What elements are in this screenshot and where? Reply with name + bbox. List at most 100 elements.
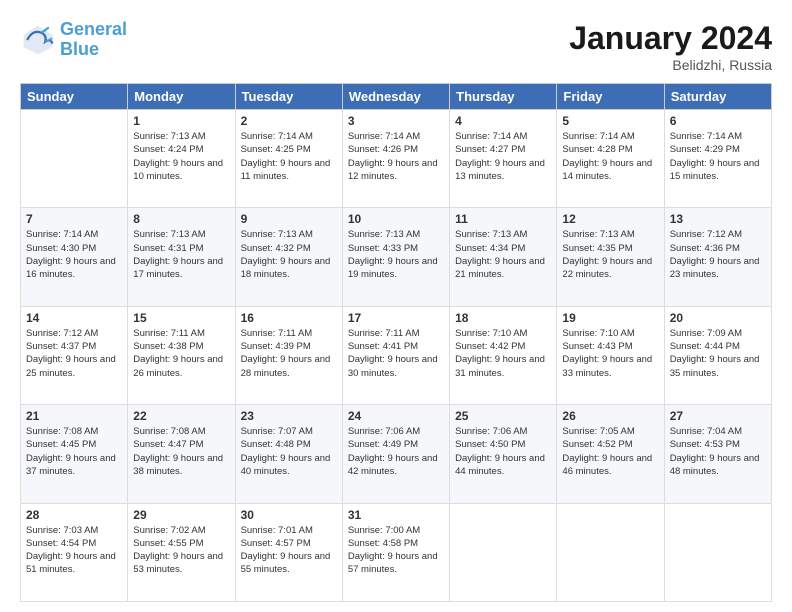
cell-content: Sunrise: 7:03 AMSunset: 4:54 PMDaylight:… — [26, 524, 122, 577]
table-row: 29 Sunrise: 7:02 AMSunset: 4:55 PMDayligh… — [128, 503, 235, 601]
cell-content: Sunrise: 7:10 AMSunset: 4:43 PMDaylight:… — [562, 327, 658, 380]
table-row: 16Sunrise: 7:11 AMSunset: 4:39 PMDayligh… — [235, 306, 342, 404]
day-number: 11 — [455, 212, 551, 226]
day-number: 22 — [133, 409, 229, 423]
day-number: 26 — [562, 409, 658, 423]
day-header-thursday: Thursday — [450, 84, 557, 110]
title-block: January 2024 Belidzhi, Russia — [569, 20, 772, 73]
day-number: 5 — [562, 114, 658, 128]
cell-content: Sunrise: 7:08 AMSunset: 4:45 PMDaylight:… — [26, 425, 122, 478]
cell-content: Sunrise: 7:13 AMSunset: 4:31 PMDaylight:… — [133, 228, 229, 281]
day-number: 13 — [670, 212, 766, 226]
day-number: 21 — [26, 409, 122, 423]
day-number: 14 — [26, 311, 122, 325]
table-row: 3 Sunrise: 7:14 AMSunset: 4:26 PMDaylight… — [342, 110, 449, 208]
table-row: 2 Sunrise: 7:14 AMSunset: 4:25 PMDaylight… — [235, 110, 342, 208]
table-row: 20 Sunrise: 7:09 AMSunset: 4:44 PMDayligh… — [664, 306, 771, 404]
table-row: 10Sunrise: 7:13 AMSunset: 4:33 PMDayligh… — [342, 208, 449, 306]
day-header-saturday: Saturday — [664, 84, 771, 110]
day-number: 25 — [455, 409, 551, 423]
table-row: 21 Sunrise: 7:08 AMSunset: 4:45 PMDayligh… — [21, 405, 128, 503]
week-row-3: 21 Sunrise: 7:08 AMSunset: 4:45 PMDayligh… — [21, 405, 772, 503]
cell-content: Sunrise: 7:04 AMSunset: 4:53 PMDaylight:… — [670, 425, 766, 478]
table-row: 13Sunrise: 7:12 AMSunset: 4:36 PMDayligh… — [664, 208, 771, 306]
week-row-0: 1Sunrise: 7:13 AMSunset: 4:24 PMDaylight… — [21, 110, 772, 208]
day-header-monday: Monday — [128, 84, 235, 110]
cell-content: Sunrise: 7:14 AMSunset: 4:26 PMDaylight:… — [348, 130, 444, 183]
table-row: 18Sunrise: 7:10 AMSunset: 4:42 PMDayligh… — [450, 306, 557, 404]
day-number: 28 — [26, 508, 122, 522]
day-number: 31 — [348, 508, 444, 522]
table-row: 11 Sunrise: 7:13 AMSunset: 4:34 PMDayligh… — [450, 208, 557, 306]
day-number: 19 — [562, 311, 658, 325]
cell-content: Sunrise: 7:14 AMSunset: 4:27 PMDaylight:… — [455, 130, 551, 183]
table-row — [557, 503, 664, 601]
day-number: 15 — [133, 311, 229, 325]
cell-content: Sunrise: 7:06 AMSunset: 4:49 PMDaylight:… — [348, 425, 444, 478]
logo-line1: General — [60, 19, 127, 39]
table-row: 24 Sunrise: 7:06 AMSunset: 4:49 PMDayligh… — [342, 405, 449, 503]
calendar-title: January 2024 — [569, 20, 772, 57]
cell-content: Sunrise: 7:13 AMSunset: 4:24 PMDaylight:… — [133, 130, 229, 183]
table-row: 6 Sunrise: 7:14 AMSunset: 4:29 PMDaylight… — [664, 110, 771, 208]
day-number: 3 — [348, 114, 444, 128]
day-number: 8 — [133, 212, 229, 226]
logo-text: General Blue — [60, 20, 127, 60]
day-number: 27 — [670, 409, 766, 423]
day-number: 10 — [348, 212, 444, 226]
calendar-body: 1Sunrise: 7:13 AMSunset: 4:24 PMDaylight… — [21, 110, 772, 602]
table-row: 26 Sunrise: 7:05 AMSunset: 4:52 PMDayligh… — [557, 405, 664, 503]
cell-content: Sunrise: 7:13 AMSunset: 4:35 PMDaylight:… — [562, 228, 658, 281]
cell-content: Sunrise: 7:02 AMSunset: 4:55 PMDaylight:… — [133, 524, 229, 577]
table-row: 5 Sunrise: 7:14 AMSunset: 4:28 PMDaylight… — [557, 110, 664, 208]
table-row: 8 Sunrise: 7:13 AMSunset: 4:31 PMDaylight… — [128, 208, 235, 306]
day-number: 29 — [133, 508, 229, 522]
day-number: 20 — [670, 311, 766, 325]
day-header-row: SundayMondayTuesdayWednesdayThursdayFrid… — [21, 84, 772, 110]
cell-content: Sunrise: 7:06 AMSunset: 4:50 PMDaylight:… — [455, 425, 551, 478]
table-row: 30 Sunrise: 7:01 AMSunset: 4:57 PMDayligh… — [235, 503, 342, 601]
cell-content: Sunrise: 7:14 AMSunset: 4:28 PMDaylight:… — [562, 130, 658, 183]
table-row: 1Sunrise: 7:13 AMSunset: 4:24 PMDaylight… — [128, 110, 235, 208]
table-row: 17 Sunrise: 7:11 AMSunset: 4:41 PMDayligh… — [342, 306, 449, 404]
cell-content: Sunrise: 7:11 AMSunset: 4:38 PMDaylight:… — [133, 327, 229, 380]
cell-content: Sunrise: 7:05 AMSunset: 4:52 PMDaylight:… — [562, 425, 658, 478]
table-row — [450, 503, 557, 601]
calendar-subtitle: Belidzhi, Russia — [569, 57, 772, 73]
cell-content: Sunrise: 7:14 AMSunset: 4:29 PMDaylight:… — [670, 130, 766, 183]
day-number: 24 — [348, 409, 444, 423]
page: General Blue January 2024 Belidzhi, Russ… — [0, 0, 792, 612]
day-number: 4 — [455, 114, 551, 128]
logo: General Blue — [20, 20, 127, 60]
table-row: 23 Sunrise: 7:07 AMSunset: 4:48 PMDayligh… — [235, 405, 342, 503]
calendar-table: SundayMondayTuesdayWednesdayThursdayFrid… — [20, 83, 772, 602]
day-number: 6 — [670, 114, 766, 128]
week-row-2: 14Sunrise: 7:12 AMSunset: 4:37 PMDayligh… — [21, 306, 772, 404]
cell-content: Sunrise: 7:13 AMSunset: 4:34 PMDaylight:… — [455, 228, 551, 281]
day-header-sunday: Sunday — [21, 84, 128, 110]
table-row: 25 Sunrise: 7:06 AMSunset: 4:50 PMDayligh… — [450, 405, 557, 503]
cell-content: Sunrise: 7:11 AMSunset: 4:39 PMDaylight:… — [241, 327, 337, 380]
cell-content: Sunrise: 7:10 AMSunset: 4:42 PMDaylight:… — [455, 327, 551, 380]
table-row — [21, 110, 128, 208]
day-number: 2 — [241, 114, 337, 128]
week-row-4: 28 Sunrise: 7:03 AMSunset: 4:54 PMDayligh… — [21, 503, 772, 601]
cell-content: Sunrise: 7:07 AMSunset: 4:48 PMDaylight:… — [241, 425, 337, 478]
cell-content: Sunrise: 7:01 AMSunset: 4:57 PMDaylight:… — [241, 524, 337, 577]
week-row-1: 7 Sunrise: 7:14 AMSunset: 4:30 PMDaylight… — [21, 208, 772, 306]
day-number: 17 — [348, 311, 444, 325]
day-number: 30 — [241, 508, 337, 522]
table-row: 12Sunrise: 7:13 AMSunset: 4:35 PMDayligh… — [557, 208, 664, 306]
day-number: 23 — [241, 409, 337, 423]
cell-content: Sunrise: 7:11 AMSunset: 4:41 PMDaylight:… — [348, 327, 444, 380]
cell-content: Sunrise: 7:14 AMSunset: 4:30 PMDaylight:… — [26, 228, 122, 281]
day-header-tuesday: Tuesday — [235, 84, 342, 110]
cell-content: Sunrise: 7:09 AMSunset: 4:44 PMDaylight:… — [670, 327, 766, 380]
cell-content: Sunrise: 7:14 AMSunset: 4:25 PMDaylight:… — [241, 130, 337, 183]
logo-line2: Blue — [60, 39, 99, 59]
table-row: 27 Sunrise: 7:04 AMSunset: 4:53 PMDayligh… — [664, 405, 771, 503]
logo-icon — [20, 22, 56, 58]
table-row: 9Sunrise: 7:13 AMSunset: 4:32 PMDaylight… — [235, 208, 342, 306]
day-number: 7 — [26, 212, 122, 226]
cell-content: Sunrise: 7:13 AMSunset: 4:32 PMDaylight:… — [241, 228, 337, 281]
